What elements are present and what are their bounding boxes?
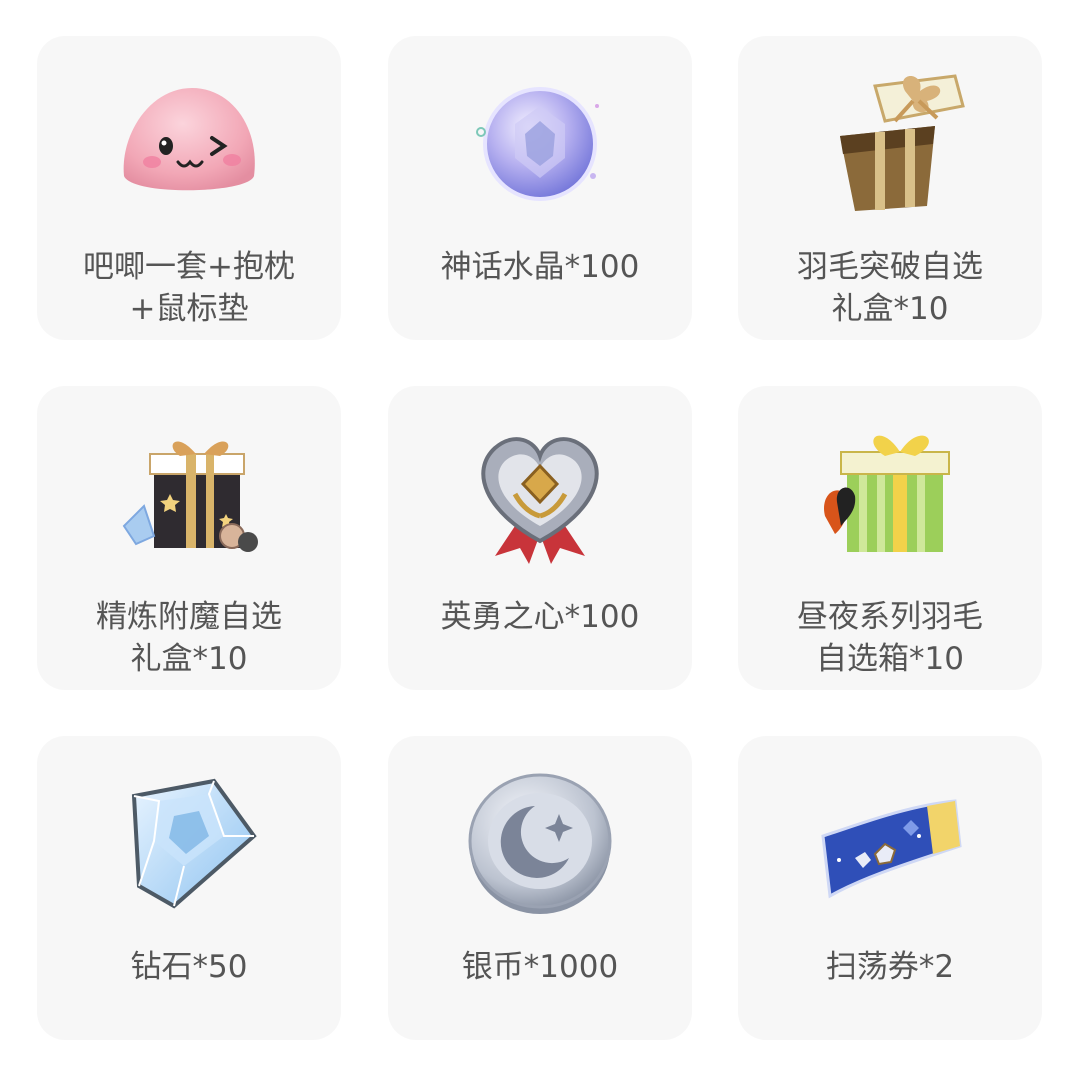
reward-card-feather-box[interactable]: 羽毛突破自选 礼盒*10 bbox=[738, 36, 1042, 340]
enchant-gift-box-icon bbox=[114, 416, 264, 566]
reward-label: 英勇之心*100 bbox=[440, 599, 640, 635]
reward-card-myth-crystal[interactable]: 神话水晶*100 bbox=[388, 36, 692, 340]
reward-label: 吧唧一套+抱枕 +鼠标垫 bbox=[83, 249, 295, 327]
feather-gift-box-icon bbox=[815, 66, 965, 216]
reward-label: 银币*1000 bbox=[461, 949, 619, 985]
reward-label: 钻石*50 bbox=[130, 949, 248, 985]
reward-card-silver-coin[interactable]: 银币*1000 bbox=[388, 736, 692, 1040]
reward-card-day-night-box[interactable]: 昼夜系列羽毛 自选箱*10 bbox=[738, 386, 1042, 690]
reward-grid: 吧唧一套+抱枕 +鼠标垫 神话水晶*100 羽毛突破自选 礼盒*10 精炼附魔自… bbox=[0, 0, 1080, 1080]
silver-coin-icon bbox=[465, 766, 615, 916]
sweep-ticket-icon bbox=[815, 766, 965, 916]
reward-card-enchant-box[interactable]: 精炼附魔自选 礼盒*10 bbox=[37, 386, 341, 690]
reward-card-diamond[interactable]: 钻石*50 bbox=[37, 736, 341, 1040]
diamond-icon bbox=[114, 766, 264, 916]
brave-heart-medal-icon bbox=[465, 416, 615, 566]
reward-label: 精炼附魔自选 礼盒*10 bbox=[96, 599, 282, 677]
reward-label: 昼夜系列羽毛 自选箱*10 bbox=[797, 599, 983, 677]
reward-card-plush[interactable]: 吧唧一套+抱枕 +鼠标垫 bbox=[37, 36, 341, 340]
reward-card-brave-heart[interactable]: 英勇之心*100 bbox=[388, 386, 692, 690]
reward-label: 扫荡券*2 bbox=[825, 949, 955, 985]
myth-crystal-icon bbox=[465, 66, 615, 216]
pink-slime-plush-icon bbox=[114, 66, 264, 216]
reward-label: 羽毛突破自选 礼盒*10 bbox=[797, 249, 983, 327]
day-night-feather-box-icon bbox=[815, 416, 965, 566]
reward-card-sweep-ticket[interactable]: 扫荡券*2 bbox=[738, 736, 1042, 1040]
reward-label: 神话水晶*100 bbox=[440, 249, 640, 285]
